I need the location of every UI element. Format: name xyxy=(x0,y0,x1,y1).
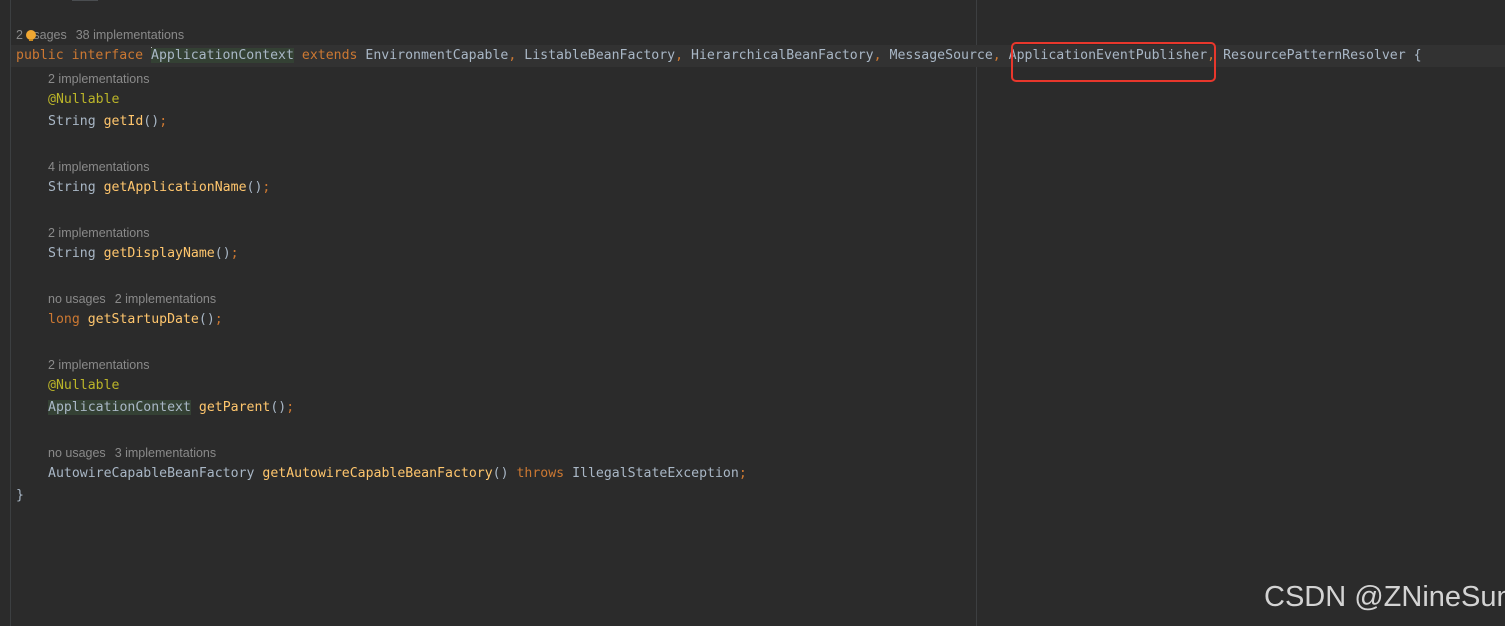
parent-type[interactable]: HierarchicalBeanFactory xyxy=(691,48,874,63)
parent-type[interactable]: EnvironmentCapable xyxy=(365,48,508,63)
closing-brace-line[interactable]: } xyxy=(16,485,24,507)
open-brace: { xyxy=(1413,48,1422,63)
right-margin-guide xyxy=(976,0,977,626)
implementations-hint[interactable]: 4 implementations xyxy=(48,160,149,174)
usages-hint[interactable]: 2 usages xyxy=(16,28,67,42)
semicolon: ; xyxy=(262,180,271,195)
parens: () xyxy=(214,246,231,261)
semicolon: ; xyxy=(159,114,168,129)
exception-type[interactable]: IllegalStateException xyxy=(572,466,739,481)
public-keyword: public xyxy=(16,48,64,63)
parent-type[interactable]: ListableBeanFactory xyxy=(524,48,675,63)
method-declaration[interactable]: String getId(); xyxy=(48,111,167,133)
watermark: CSDN @ZNineSun xyxy=(1264,581,1505,613)
method-inlay-hint[interactable]: 2 implementations xyxy=(48,225,149,241)
parens: () xyxy=(270,400,287,415)
return-type[interactable]: String xyxy=(48,180,96,195)
parens: () xyxy=(198,312,215,327)
parent-type[interactable]: ResourcePatternResolver xyxy=(1223,48,1406,63)
usages-hint[interactable]: no usages xyxy=(48,446,106,460)
implementations-hint[interactable]: 2 implementations xyxy=(48,72,149,86)
method-inlay-hint[interactable]: no usages 2 implementations xyxy=(48,291,216,307)
interface-name[interactable]: ApplicationContext xyxy=(151,48,294,63)
method-inlay-hint[interactable]: no usages 3 implementations xyxy=(48,445,216,461)
top-tab-stub xyxy=(72,0,98,1)
semicolon: ; xyxy=(230,246,239,261)
implementations-hint[interactable]: 2 implementations xyxy=(48,226,149,240)
interface-keyword: interface xyxy=(71,48,144,63)
method-name[interactable]: getDisplayName xyxy=(104,246,215,261)
method-inlay-hint[interactable]: 2 implementations xyxy=(48,71,149,87)
return-type[interactable]: String xyxy=(48,114,96,129)
usages-hint[interactable]: no usages xyxy=(48,292,106,306)
return-type: long xyxy=(48,312,80,327)
method-declaration[interactable]: ApplicationContext getParent(); xyxy=(48,397,294,419)
lightbulb-icon[interactable] xyxy=(26,30,36,41)
return-type[interactable]: String xyxy=(48,246,96,261)
close-brace: } xyxy=(16,488,24,503)
editor-left-edge xyxy=(10,0,11,626)
parens: () xyxy=(143,114,160,129)
method-declaration[interactable]: String getApplicationName(); xyxy=(48,177,270,199)
implementations-hint[interactable]: 2 implementations xyxy=(48,358,149,372)
method-declaration[interactable]: AutowireCapableBeanFactory getAutowireCa… xyxy=(48,463,747,485)
highlight-annotation-box xyxy=(1011,42,1216,82)
annotation-line[interactable]: @Nullable xyxy=(48,375,119,397)
annotation: @Nullable xyxy=(48,378,120,393)
interface-inlay-hint[interactable]: 2 usages 38 implementations xyxy=(16,27,184,43)
semicolon: ; xyxy=(738,466,747,481)
parens: () xyxy=(246,180,263,195)
return-type[interactable]: ApplicationContext xyxy=(48,400,191,415)
method-name[interactable]: getApplicationName xyxy=(104,180,247,195)
semicolon: ; xyxy=(286,400,295,415)
method-name[interactable]: getParent xyxy=(199,400,270,415)
annotation-line[interactable]: @Nullable xyxy=(48,89,119,111)
method-declaration[interactable]: long getStartupDate(); xyxy=(48,309,223,331)
semicolon: ; xyxy=(214,312,223,327)
method-declaration[interactable]: String getDisplayName(); xyxy=(48,243,239,265)
implementations-hint[interactable]: 2 implementations xyxy=(115,292,216,306)
implementations-hint[interactable]: 3 implementations xyxy=(115,446,216,460)
implementations-hint[interactable]: 38 implementations xyxy=(76,28,184,42)
method-inlay-hint[interactable]: 4 implementations xyxy=(48,159,149,175)
comma: , xyxy=(992,48,1001,63)
parens: () xyxy=(492,466,509,481)
extends-keyword: extends xyxy=(301,48,358,63)
method-name[interactable]: getAutowireCapableBeanFactory xyxy=(262,466,492,481)
annotation: @Nullable xyxy=(48,92,120,107)
method-name[interactable]: getId xyxy=(104,114,144,129)
method-name[interactable]: getStartupDate xyxy=(88,312,199,327)
throws-keyword: throws xyxy=(516,466,565,481)
parent-type[interactable]: MessageSource xyxy=(890,48,993,63)
return-type[interactable]: AutowireCapableBeanFactory xyxy=(48,466,254,481)
comma: , xyxy=(873,48,882,63)
comma: , xyxy=(508,48,517,63)
method-inlay-hint[interactable]: 2 implementations xyxy=(48,357,149,373)
comma: , xyxy=(675,48,684,63)
